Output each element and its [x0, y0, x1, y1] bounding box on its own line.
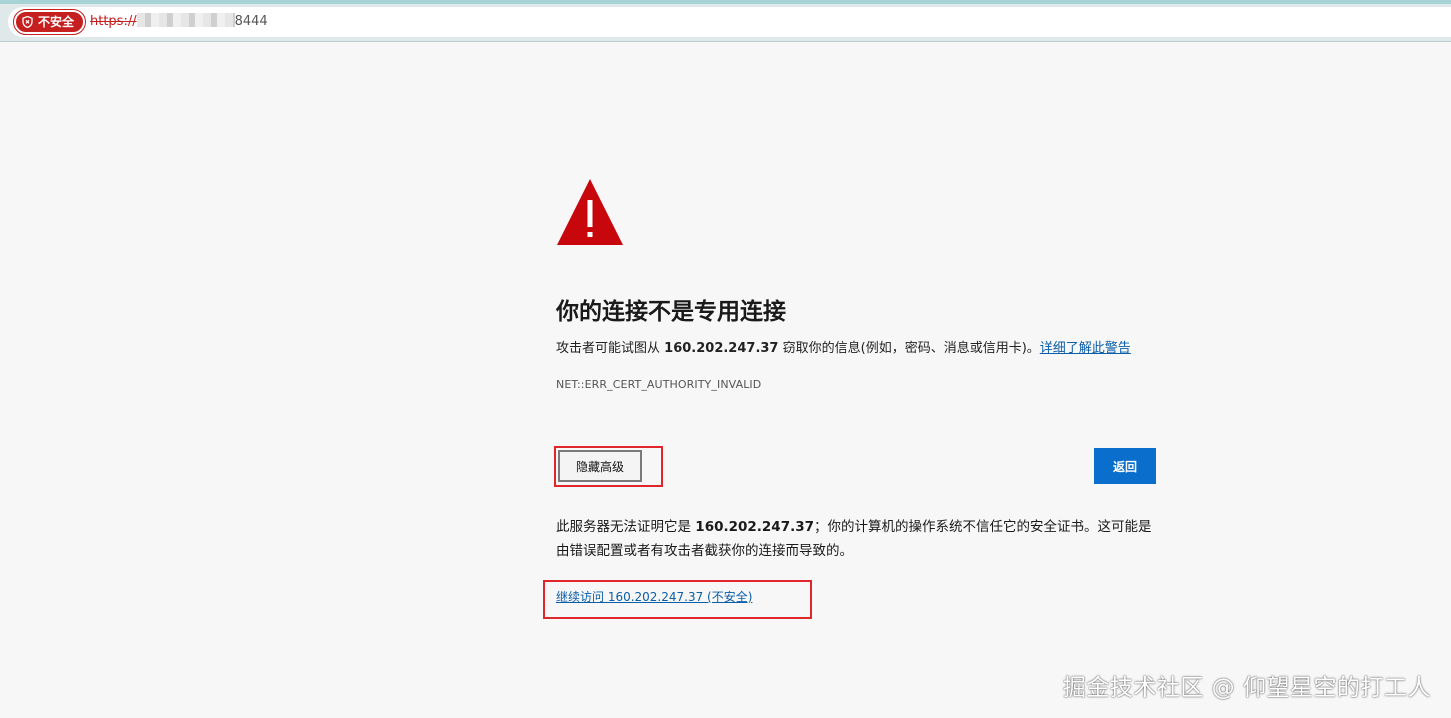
annotation-box-advanced [554, 446, 663, 487]
error-code: NET::ERR_CERT_AUTHORITY_INVALID [556, 378, 762, 391]
url-text[interactable]: https:// 8444 [90, 13, 268, 31]
toolbar-accent [0, 0, 1451, 4]
description-prefix: 攻击者可能试图从 [556, 341, 661, 356]
learn-more-link[interactable]: 详细了解此警告 [1040, 341, 1131, 356]
security-badge-label: 不安全 [38, 15, 75, 29]
explanation-prefix: 此服务器无法证明它是 [556, 519, 691, 535]
browser-toolbar: 不安全 https:// 8444 [0, 0, 1451, 42]
browser-page: 不安全 https:// 8444 你的连接不是专用连接 攻击者可能试图从 160… [0, 0, 1451, 718]
description-host: 160.202.247.37 [664, 341, 779, 356]
warning-description: 攻击者可能试图从 160.202.247.37 窃取你的信息(例如，密码、消息或… [556, 340, 1131, 358]
warning-triangle-icon [557, 179, 623, 245]
security-badge[interactable]: 不安全 [12, 9, 87, 35]
redacted-host [136, 13, 235, 27]
annotation-box-proceed [543, 580, 812, 619]
url-port: 8444 [234, 14, 268, 29]
description-suffix: 窃取你的信息(例如，密码、消息或信用卡)。 [782, 341, 1040, 356]
page-title: 你的连接不是专用连接 [556, 299, 786, 325]
address-bar[interactable]: 不安全 https:// 8444 [8, 7, 1451, 37]
watermark: 掘金技术社区 @ 仰望星空的打工人 [1062, 675, 1431, 701]
explanation-host: 160.202.247.37 [695, 519, 815, 535]
advanced-explanation: 此服务器无法证明它是 160.202.247.37；你的计算机的操作系统不信任它… [556, 515, 1156, 563]
back-button[interactable]: 返回 [1094, 448, 1156, 484]
shield-icon [22, 16, 33, 28]
url-protocol: https:// [90, 14, 137, 29]
